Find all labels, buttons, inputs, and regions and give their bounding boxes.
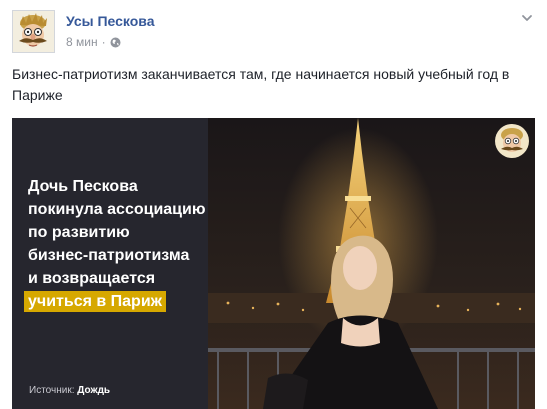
image-source: Источник: Дождь (29, 385, 110, 396)
headline-line: и возвращается (28, 270, 156, 287)
page-avatar[interactable] (12, 10, 55, 53)
chevron-down-icon[interactable] (519, 10, 535, 26)
source-name: Дождь (77, 385, 111, 396)
headline-line: Дочь Пескова (28, 178, 138, 195)
post-header: Усы Пескова 8 мин · (12, 10, 535, 54)
post-timestamp[interactable]: 8 мин (66, 35, 98, 49)
headline-highlight: учиться в Париж (24, 291, 167, 312)
headline-line: покинула ассоциацию (28, 201, 206, 218)
page-name-link[interactable]: Усы Пескова (66, 13, 155, 29)
eiffel-tower-photo (208, 118, 535, 409)
brand-badge (495, 124, 529, 158)
source-label: Источник: (29, 385, 75, 396)
headline-line: по развитию (28, 224, 130, 241)
meta-separator: · (101, 35, 106, 49)
post-meta: 8 мин · (66, 35, 121, 49)
headline-line: бизнес-патриотизма (28, 247, 190, 264)
image-headline: Дочь Пескова покинула ассоциацию по разв… (24, 175, 218, 313)
post-image[interactable]: Дочь Пескова покинула ассоциацию по разв… (12, 118, 535, 409)
globe-icon[interactable] (110, 37, 121, 48)
post-text: Бизнес-патриотизм заканчивается там, где… (12, 66, 510, 103)
